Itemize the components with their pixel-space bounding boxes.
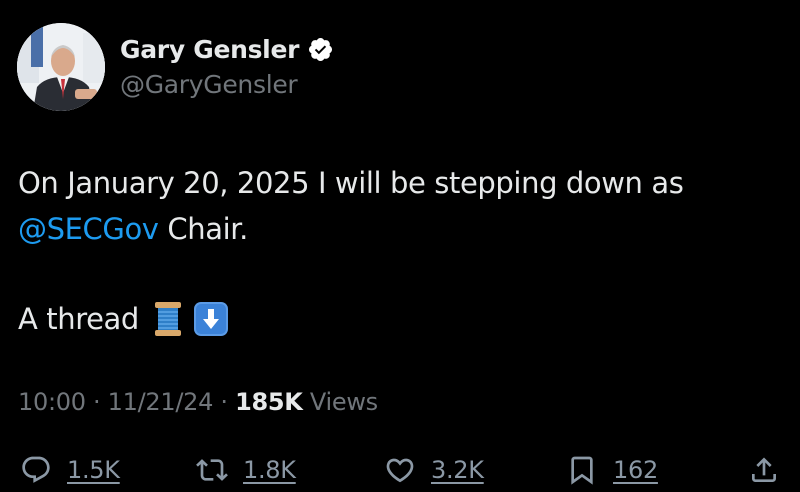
bookmark-button[interactable]: 162 bbox=[566, 448, 658, 492]
down-arrow-emoji bbox=[193, 301, 229, 337]
profile-photo bbox=[17, 23, 105, 111]
bookmark-count[interactable]: 162 bbox=[613, 456, 658, 484]
repost-icon bbox=[196, 459, 228, 481]
tweet-text-part1: On January 20, 2025 I will be stepping d… bbox=[18, 166, 684, 200]
repost-count[interactable]: 1.8K bbox=[243, 456, 296, 484]
spool-of-thread-emoji bbox=[153, 301, 183, 337]
heart-icon bbox=[386, 458, 414, 483]
tweet-meta: 10:00 · 11/21/24 · 185K Views bbox=[18, 388, 378, 416]
user-handle[interactable]: @GaryGensler bbox=[120, 70, 298, 99]
tweet-time[interactable]: 10:00 bbox=[18, 388, 86, 416]
tweet-date[interactable]: 11/21/24 bbox=[108, 388, 214, 416]
tweet-text-part2: Chair. bbox=[158, 212, 248, 246]
tweet-actions-bar: 1.5K 1.8K 3.2K 162 bbox=[0, 448, 800, 492]
display-name[interactable]: Gary Gensler bbox=[120, 35, 299, 64]
repost-button[interactable]: 1.8K bbox=[196, 448, 296, 492]
author-name-row: Gary Gensler bbox=[120, 31, 334, 67]
reply-button[interactable]: 1.5K bbox=[20, 448, 120, 492]
reply-count[interactable]: 1.5K bbox=[67, 456, 120, 484]
views-label: Views bbox=[302, 388, 378, 416]
reply-icon bbox=[22, 456, 50, 483]
thread-line: A thread bbox=[18, 296, 229, 342]
views-count: 185K bbox=[235, 388, 303, 416]
verified-badge-icon[interactable] bbox=[307, 36, 334, 63]
meta-separator: · bbox=[213, 388, 236, 416]
bookmark-icon bbox=[571, 456, 593, 485]
share-icon bbox=[752, 457, 776, 482]
meta-separator: · bbox=[85, 388, 108, 416]
tweet-text: On January 20, 2025 I will be stepping d… bbox=[18, 160, 788, 252]
share-button[interactable] bbox=[748, 448, 780, 492]
mention-link[interactable]: @SECGov bbox=[18, 212, 159, 246]
like-count[interactable]: 3.2K bbox=[431, 456, 484, 484]
thread-text: A thread bbox=[18, 302, 139, 336]
like-button[interactable]: 3.2K bbox=[384, 448, 484, 492]
avatar[interactable] bbox=[17, 23, 105, 111]
